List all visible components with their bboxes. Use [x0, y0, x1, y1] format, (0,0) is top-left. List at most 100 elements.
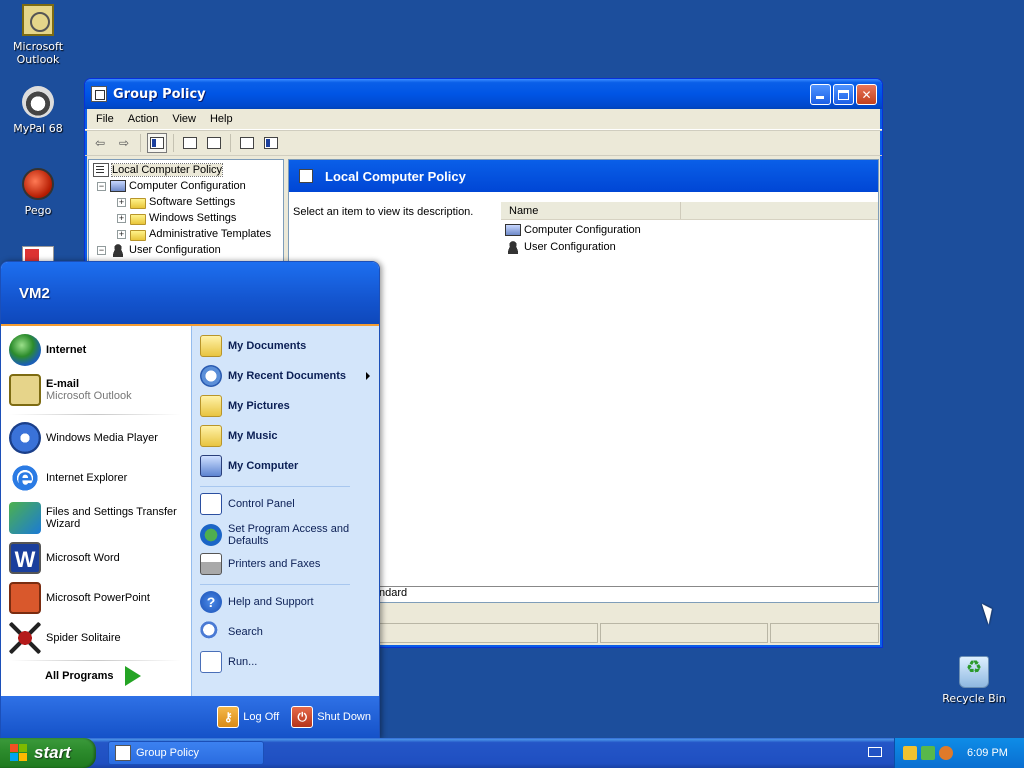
- submenu-arrow-icon: [366, 372, 370, 380]
- media-player-icon: [9, 422, 41, 454]
- shut-down-button[interactable]: ⏻ Shut Down: [291, 706, 371, 728]
- show-hide-action-pane-button[interactable]: [261, 133, 281, 153]
- places-control-panel[interactable]: Control Panel: [200, 493, 295, 515]
- user-icon: [505, 240, 521, 254]
- help-icon: ?: [200, 591, 222, 613]
- tree-label: Software Settings: [149, 196, 236, 208]
- recent-label: Files and Settings Transfer Wizard: [46, 506, 177, 530]
- menu-action[interactable]: Action: [121, 111, 166, 127]
- places-my-recent-documents[interactable]: My Recent Documents: [200, 365, 378, 387]
- outlook-icon: [22, 4, 54, 36]
- mouse-cursor-icon: [981, 601, 997, 625]
- tree-item-administrative-templates[interactable]: + Administrative Templates: [117, 226, 271, 242]
- help-icon: [240, 136, 254, 149]
- user-name: VM2: [19, 284, 50, 302]
- action-pane-icon: [264, 136, 278, 149]
- recent-files-settings-transfer[interactable]: Files and Settings Transfer Wizard: [9, 502, 186, 534]
- help-button[interactable]: [237, 133, 257, 153]
- places-my-pictures[interactable]: My Pictures: [200, 395, 290, 417]
- column-header-name[interactable]: Name: [501, 202, 681, 219]
- back-button[interactable]: ⇦: [90, 133, 110, 153]
- recycle-bin-icon: [959, 656, 989, 688]
- places-search[interactable]: Search: [200, 621, 263, 643]
- taskbar-button-group-policy[interactable]: Group Policy: [108, 741, 264, 765]
- menu-help[interactable]: Help: [203, 111, 240, 127]
- close-button[interactable]: ✕: [856, 84, 877, 105]
- menu-view[interactable]: View: [165, 111, 203, 127]
- recent-windows-media-player[interactable]: Windows Media Player: [9, 422, 158, 454]
- expand-icon[interactable]: +: [117, 197, 126, 207]
- places-label: My Music: [228, 430, 278, 442]
- export-list-icon: [207, 136, 221, 149]
- menu-file[interactable]: File: [89, 111, 121, 127]
- shut-down-label: Shut Down: [317, 711, 371, 723]
- recent-internet-explorer[interactable]: e Internet Explorer: [9, 462, 127, 494]
- places-label: Set Program Access and Defaults: [228, 523, 350, 547]
- collapse-icon[interactable]: −: [97, 181, 106, 191]
- places-label: Printers and Faxes: [228, 558, 321, 570]
- security-shield-icon[interactable]: [903, 746, 917, 760]
- show-hide-tree-button[interactable]: [147, 132, 167, 153]
- tree-item-windows-settings[interactable]: + Windows Settings: [117, 210, 236, 226]
- forward-arrow-icon: ⇨: [118, 135, 130, 150]
- desktop-icon-label: MyPal 68: [13, 122, 63, 135]
- recent-spider-solitaire[interactable]: Spider Solitaire: [9, 622, 121, 654]
- desktop-icon-mypal[interactable]: MyPal 68: [0, 86, 76, 135]
- logo-quadrant: [10, 753, 18, 761]
- places-label: Control Panel: [228, 498, 295, 510]
- forward-button[interactable]: ⇨: [114, 133, 134, 153]
- expand-icon[interactable]: +: [117, 229, 126, 239]
- tree-item-user-configuration[interactable]: − User Configuration: [97, 242, 221, 258]
- policy-icon: [93, 163, 109, 177]
- start-menu[interactable]: VM2 Internet E-mail Microsoft Outlook Wi…: [0, 261, 380, 739]
- start-menu-footer: ⚷ Log Off ⏻ Shut Down: [1, 696, 379, 738]
- internet-icon: [9, 334, 41, 366]
- search-tray-icon[interactable]: [939, 746, 953, 760]
- recent-microsoft-powerpoint[interactable]: Microsoft PowerPoint: [9, 582, 150, 614]
- list-item[interactable]: User Configuration: [505, 239, 616, 255]
- menu-bar: File Action View Help: [85, 109, 882, 130]
- minimize-button[interactable]: [810, 84, 831, 105]
- list-item[interactable]: Computer Configuration: [505, 222, 641, 238]
- places-my-documents[interactable]: My Documents: [200, 335, 306, 357]
- expand-icon[interactable]: +: [117, 213, 126, 223]
- places-help-support[interactable]: ? Help and Support: [200, 591, 314, 613]
- desktop-icon-recycle-bin[interactable]: Recycle Bin: [936, 656, 1012, 705]
- status-cell: [770, 623, 879, 643]
- collapse-icon[interactable]: −: [97, 245, 106, 255]
- tree-item-local-computer-policy[interactable]: Local Computer Policy: [93, 162, 224, 178]
- keyboard-icon[interactable]: [868, 747, 882, 757]
- pinned-internet[interactable]: Internet: [9, 334, 86, 366]
- window-title: Group Policy: [113, 86, 206, 102]
- minimize-icon: [816, 96, 824, 99]
- places-run[interactable]: Run...: [200, 651, 257, 673]
- recent-label: Microsoft PowerPoint: [46, 592, 150, 604]
- properties-button[interactable]: [180, 133, 200, 153]
- places-my-music[interactable]: My Music: [200, 425, 278, 447]
- tree-item-computer-configuration[interactable]: − Computer Configuration: [97, 178, 246, 194]
- start-menu-programs: Internet E-mail Microsoft Outlook Window…: [1, 326, 191, 696]
- folder-icon: [130, 229, 146, 241]
- transfer-wizard-icon: [9, 502, 41, 534]
- export-list-button[interactable]: [204, 133, 224, 153]
- places-printers-faxes[interactable]: Printers and Faxes: [200, 553, 320, 575]
- folder-icon: [200, 425, 222, 447]
- close-icon: ✕: [861, 87, 872, 102]
- tree-item-software-settings[interactable]: + Software Settings: [117, 194, 235, 210]
- start-button[interactable]: start: [0, 738, 96, 768]
- all-programs-button[interactable]: All Programs: [45, 666, 142, 686]
- recent-microsoft-word[interactable]: W Microsoft Word: [9, 542, 120, 574]
- network-icon[interactable]: [921, 746, 935, 760]
- places-label: Help and Support: [228, 596, 314, 608]
- places-set-program-access[interactable]: Set Program Access and Defaults: [200, 523, 360, 547]
- clock[interactable]: 6:09 PM: [967, 747, 1008, 759]
- places-my-computer[interactable]: My Computer: [200, 455, 298, 477]
- pinned-email[interactable]: E-mail Microsoft Outlook: [9, 374, 132, 406]
- title-bar[interactable]: Group Policy ✕: [85, 79, 882, 109]
- maximize-button[interactable]: [833, 84, 854, 105]
- pinned-title: Internet: [46, 344, 87, 356]
- desktop-icon-outlook[interactable]: Microsoft Outlook: [0, 4, 76, 66]
- log-off-button[interactable]: ⚷ Log Off: [217, 706, 279, 728]
- key-icon: ⚷: [217, 706, 240, 728]
- desktop-icon-pego[interactable]: Pego: [0, 168, 76, 217]
